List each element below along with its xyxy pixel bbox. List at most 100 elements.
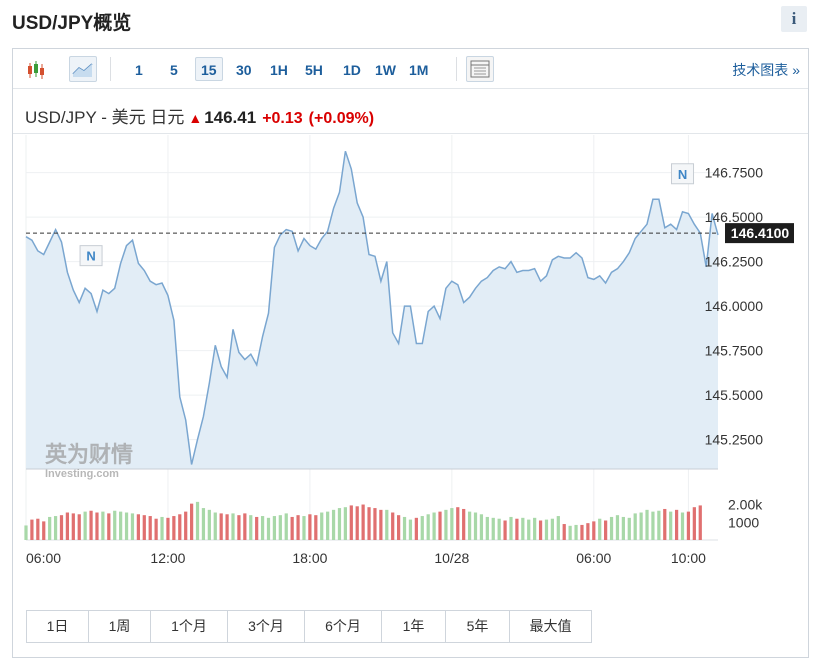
volume-bar	[201, 508, 206, 540]
volume-bar	[615, 515, 620, 540]
volume-bar	[663, 508, 667, 540]
volume-bar	[592, 521, 596, 540]
volume-bar	[154, 518, 158, 540]
volume-tick-label: 1000	[728, 514, 759, 530]
volume-bar	[432, 512, 436, 540]
volume-bar	[367, 507, 371, 540]
price-chart[interactable]: 146.7500 146.5000 146.2500 146.0000 145.7500…	[13, 49, 808, 609]
period-2[interactable]: 1个月	[151, 611, 228, 642]
news-marker-icon: N	[79, 245, 103, 267]
volume-bar	[604, 520, 608, 540]
volume-bar	[30, 519, 34, 540]
volume-bar	[485, 516, 489, 540]
volume-bar	[473, 512, 478, 540]
volume-bar	[284, 513, 288, 540]
volume-bar	[385, 509, 389, 540]
volume-bar	[533, 517, 537, 540]
volume-bar	[645, 509, 649, 540]
period-3[interactable]: 3个月	[228, 611, 305, 642]
volume-bar	[42, 521, 46, 540]
volume-bar	[249, 515, 253, 540]
volume-bar	[509, 516, 513, 540]
chart-panel: 1 5 15 30 1H 5H 1D 1W 1M 技术图表 » USD/JPY - 美元 日元 ▲…	[12, 48, 809, 658]
x-tick-label: 18:00	[292, 550, 327, 566]
volume-bar	[331, 509, 336, 540]
volume-bar	[213, 512, 217, 540]
x-tick-label: 06:00	[576, 550, 611, 566]
volume-bar	[692, 507, 696, 540]
volume-bar	[320, 512, 324, 540]
volume-bar	[48, 516, 52, 540]
volume-bar	[166, 517, 170, 540]
y-tick-label: 146.7500	[705, 165, 764, 181]
volume-bar	[314, 515, 318, 540]
volume-bar	[172, 516, 176, 540]
period-4[interactable]: 6个月	[305, 611, 382, 642]
volume-bar	[231, 513, 235, 540]
volume-bar	[124, 512, 129, 540]
volume-bar	[698, 505, 702, 540]
volume-bar	[669, 511, 673, 540]
volume-bar	[609, 516, 614, 540]
volume-bar	[586, 523, 590, 540]
volume-bar	[674, 509, 679, 540]
volume-bar	[503, 520, 507, 540]
volume-bar	[456, 507, 460, 540]
volume-bar	[580, 524, 584, 540]
volume-bar	[326, 511, 330, 540]
volume-bar	[467, 511, 472, 540]
volume-bar	[438, 511, 442, 540]
period-6[interactable]: 5年	[446, 611, 510, 642]
volume-bar	[550, 518, 555, 540]
volume-bar	[521, 517, 525, 540]
volume-bar	[680, 512, 685, 540]
volume-bar	[83, 511, 87, 540]
volume-bar	[402, 516, 407, 540]
volume-bar	[24, 525, 28, 540]
volume-bar	[107, 513, 111, 540]
volume-bar	[195, 501, 200, 540]
news-marker-letter: N	[86, 249, 95, 264]
volume-bar	[184, 511, 188, 540]
current-price-label: 146.4100	[731, 225, 790, 241]
volume-bar	[278, 515, 282, 540]
volume-bar	[450, 508, 454, 540]
volume-bar	[255, 516, 259, 540]
volume-bar	[237, 515, 241, 540]
volume-bar	[491, 517, 495, 540]
volume-bar	[355, 506, 359, 540]
volume-bar	[651, 511, 655, 540]
volume-bar	[397, 515, 401, 540]
volume-bar	[598, 518, 602, 540]
y-tick-label: 145.7500	[705, 343, 764, 359]
volume-bar	[361, 504, 365, 540]
volume-bar	[302, 516, 306, 540]
volume-bar	[479, 514, 484, 540]
info-button[interactable]: i	[781, 6, 807, 32]
volume-bar	[148, 516, 152, 540]
volume-bar	[290, 516, 294, 540]
volume-bar	[36, 518, 40, 540]
volume-bar	[349, 505, 353, 540]
volume-bar	[113, 510, 117, 540]
period-0[interactable]: 1日	[27, 611, 89, 642]
x-tick-label: 10:00	[671, 550, 706, 566]
volume-bar	[515, 518, 519, 540]
volume-bar	[65, 512, 70, 540]
x-tick-label: 10/28	[434, 550, 469, 566]
period-1[interactable]: 1周	[89, 611, 151, 642]
period-5[interactable]: 1年	[382, 611, 446, 642]
period-7[interactable]: 最大值	[510, 611, 591, 642]
volume-bar	[444, 509, 448, 540]
volume-bar	[225, 514, 229, 540]
watermark-brand: 英为财情	[45, 442, 133, 468]
volume-bar	[260, 516, 265, 540]
volume-bar	[343, 507, 347, 540]
volume-bar	[544, 519, 549, 540]
volume-bar	[89, 510, 93, 540]
news-marker-icon: N	[671, 163, 695, 185]
volume-bar	[77, 514, 81, 540]
y-tick-label: 146.2500	[705, 254, 764, 270]
volume-bar	[562, 524, 566, 540]
y-tick-label: 146.0000	[705, 298, 764, 314]
